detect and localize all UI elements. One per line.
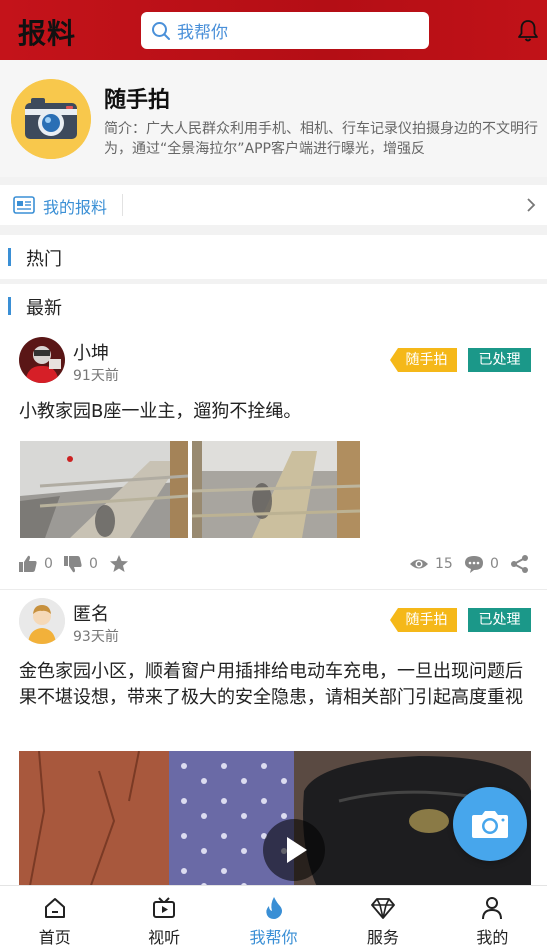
search-placeholder: 我帮你 (177, 23, 228, 43)
tab-latest[interactable]: 最新 (0, 284, 547, 328)
bottom-nav: 首页 视听 我帮你 服务 我的 (0, 885, 547, 948)
user-icon (482, 897, 503, 920)
post-image[interactable] (192, 441, 360, 538)
topic-description: 简介：广大人民群众利用手机、相机、行车记录仪拍摄身边的不文明行为，通过“全景海拉… (104, 121, 538, 157)
camera-icon (472, 811, 508, 838)
my-report-label: 我的报料 (43, 198, 108, 217)
post-text[interactable]: 小教家园B座一业主，遛狗不拴绳。 (19, 399, 534, 425)
post-card[interactable]: 小坤 91天前 随手拍 已处理 小教家园B座一业主，遛狗不拴绳。 0 0 15 … (0, 328, 547, 589)
nav-help[interactable]: 我帮你 (219, 886, 328, 948)
nav-help-label: 我帮你 (249, 928, 298, 947)
section-marker (8, 248, 11, 266)
dislike-count: 0 (89, 556, 98, 572)
chevron-right-icon (527, 198, 536, 212)
bell-icon[interactable] (515, 18, 541, 44)
comment-count: 0 (490, 556, 499, 572)
comment-icon (465, 556, 483, 573)
post-actions: 0 0 15 0 (0, 550, 547, 580)
nav-mine[interactable]: 我的 (438, 886, 547, 948)
thumbs-up-icon (19, 555, 37, 572)
dislike-button[interactable]: 0 (63, 554, 98, 574)
home-icon (44, 898, 65, 918)
camera-button[interactable] (453, 787, 527, 861)
post-time: 93天前 (73, 629, 119, 645)
author-name: 小坤 (73, 343, 109, 364)
post-image[interactable] (20, 441, 188, 538)
play-button[interactable] (263, 819, 325, 881)
status-badge: 已处理 (468, 348, 531, 372)
post-time: 91天前 (73, 368, 119, 384)
divider (122, 194, 123, 216)
thumbs-down-icon (64, 556, 82, 573)
avatar[interactable] (19, 337, 65, 383)
section-marker (8, 297, 11, 315)
view-count: 15 (409, 554, 453, 574)
nav-media-label: 视听 (148, 928, 181, 947)
section-title-latest: 最新 (26, 298, 62, 319)
like-count: 0 (44, 556, 53, 572)
topic-tag[interactable]: 随手拍 (390, 608, 457, 632)
nav-service-label: 服务 (366, 928, 399, 947)
tab-hot[interactable]: 热门 (0, 235, 547, 279)
top-bar: 报料 我帮你 (0, 0, 547, 60)
topic-name: 随手拍 (104, 88, 171, 113)
my-report-row[interactable]: 我的报料 (0, 185, 547, 225)
nav-mine-label: 我的 (476, 928, 509, 947)
search-icon (152, 21, 170, 40)
topic-tag[interactable]: 随手拍 (390, 348, 457, 372)
author-name: 匿名 (73, 604, 109, 625)
share-icon (511, 555, 528, 573)
flame-icon (265, 897, 282, 919)
nav-home-label: 首页 (38, 928, 71, 947)
favorite-button[interactable] (109, 554, 135, 574)
nav-media[interactable]: 视听 (109, 886, 218, 948)
star-icon (110, 555, 128, 572)
diamond-icon (371, 898, 395, 919)
section-title-hot: 热门 (26, 249, 62, 270)
video-icon (153, 897, 176, 918)
like-button[interactable]: 0 (18, 554, 53, 574)
nav-home[interactable]: 首页 (0, 886, 109, 948)
play-icon (287, 837, 307, 863)
status-badge: 已处理 (468, 608, 531, 632)
comment-button[interactable]: 0 (464, 554, 499, 574)
view-count-value: 15 (435, 556, 453, 572)
camera-icon (11, 79, 91, 159)
post-text[interactable]: 金色家园小区，顺着窗户用插排给电动车充电，一旦出现问题后果不堪设想，带来了极大的… (19, 659, 534, 711)
page-title: 报料 (18, 17, 77, 50)
newspaper-icon (13, 196, 35, 214)
nav-service[interactable]: 服务 (328, 886, 437, 948)
avatar[interactable] (19, 598, 65, 644)
topic-card: 随手拍 简介：广大人民群众利用手机、相机、行车记录仪拍摄身边的不文明行为，通过“… (0, 60, 547, 177)
share-button[interactable] (510, 554, 536, 574)
eye-icon (410, 559, 428, 569)
search-input[interactable]: 我帮你 (141, 12, 429, 49)
